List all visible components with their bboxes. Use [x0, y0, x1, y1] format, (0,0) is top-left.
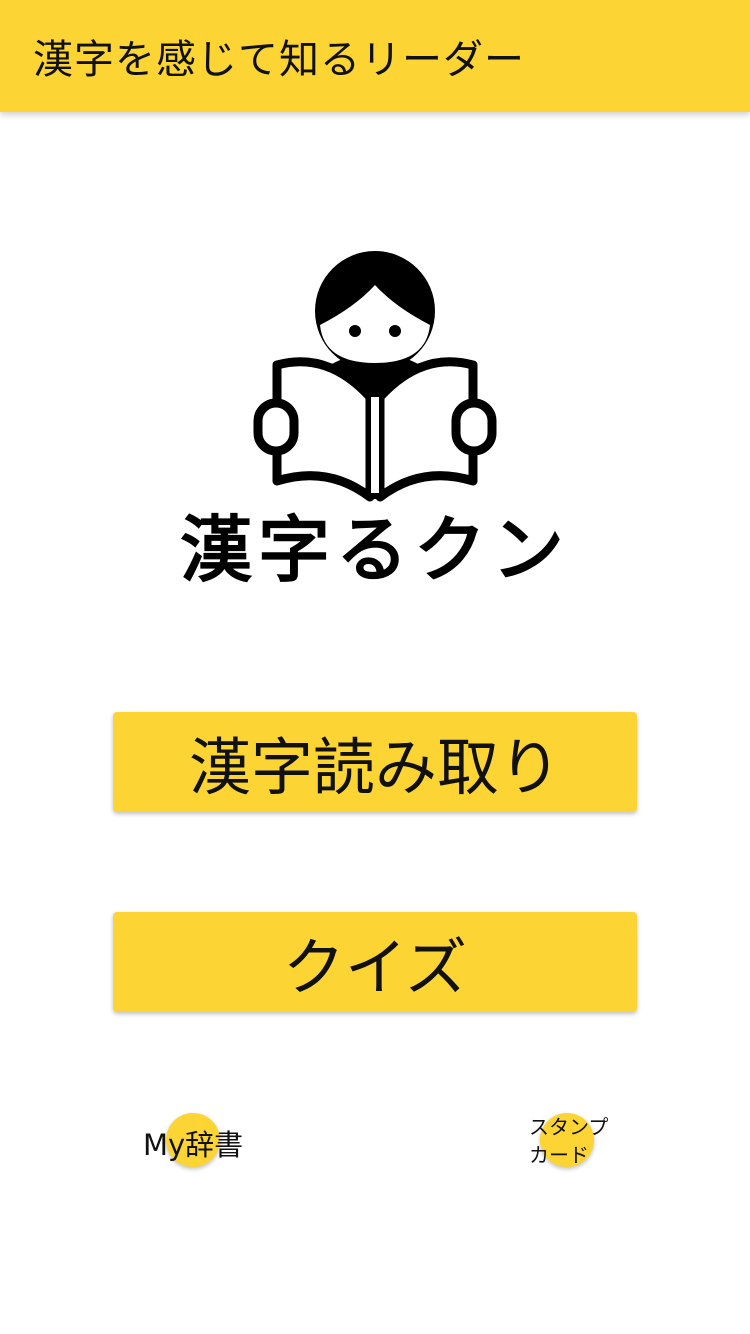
- app-logo: 漢字るクン: [180, 245, 570, 592]
- app-title: 漢字を感じて知るリーダー: [33, 37, 525, 83]
- quiz-button[interactable]: クイズ: [113, 912, 637, 1012]
- app-bar: 漢字を感じて知るリーダー: [0, 0, 750, 112]
- logo-wordmark: 漢字るクン: [180, 508, 570, 590]
- quiz-button-label: クイズ: [282, 931, 468, 1004]
- my-dictionary-label: My辞書: [143, 1128, 244, 1162]
- my-dictionary-button[interactable]: My辞書: [140, 1110, 250, 1170]
- stamp-card-button[interactable]: スタンプ カード: [525, 1110, 615, 1170]
- kanji-read-button[interactable]: 漢字読み取り: [113, 712, 637, 812]
- kanji-read-button-label: 漢字読み取り: [188, 731, 561, 804]
- stamp-card-label: スタンプ カード: [529, 1113, 619, 1169]
- stamp-card-label-line2: カード: [529, 1143, 589, 1167]
- reading-person-logo-icon: 漢字るクン: [180, 251, 570, 592]
- stamp-card-label-line1: スタンプ: [529, 1115, 609, 1139]
